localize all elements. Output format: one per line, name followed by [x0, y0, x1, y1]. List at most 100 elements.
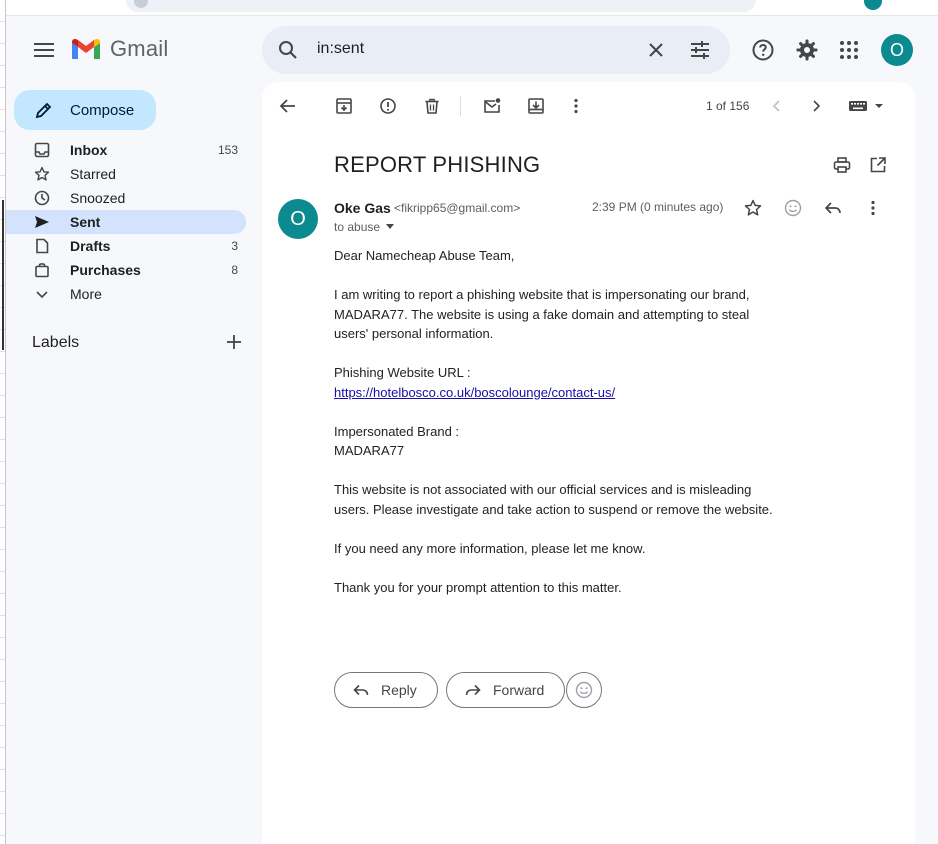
- older-button[interactable]: [804, 94, 828, 118]
- recipient-line[interactable]: to abuse: [334, 220, 395, 234]
- print-all-button[interactable]: [831, 154, 853, 176]
- newer-button[interactable]: [765, 94, 789, 118]
- clear-search-icon[interactable]: [644, 38, 668, 67]
- email-subject: REPORT PHISHING: [334, 152, 541, 177]
- draft-count: 3: [231, 239, 238, 253]
- star-message-button[interactable]: [741, 196, 765, 220]
- back-to-sent-button[interactable]: [276, 94, 300, 118]
- smiley-icon: [575, 681, 593, 699]
- message-more-button[interactable]: [861, 196, 885, 220]
- purchases-count: 8: [231, 263, 238, 277]
- open-new-window-button[interactable]: [867, 154, 889, 176]
- move-to-icon: [528, 98, 544, 114]
- mark-unread-button[interactable]: [480, 94, 504, 118]
- toolbar-divider: [460, 96, 461, 116]
- background-window-marker: [2, 200, 4, 350]
- reply-icon: [353, 684, 369, 696]
- reply-button[interactable]: Reply: [334, 672, 438, 708]
- compose-button[interactable]: Compose: [14, 90, 156, 130]
- apps-grid-icon: [840, 41, 858, 59]
- unread-count: 153: [217, 143, 238, 157]
- page-indicator: 1 of 156: [706, 99, 750, 113]
- browser-address-bar[interactable]: [6, 0, 938, 16]
- account-avatar[interactable]: O: [881, 34, 913, 66]
- sidebar-item-purchases[interactable]: Purchases 8: [6, 258, 246, 282]
- brand-label: Impersonated Brand :: [334, 423, 460, 439]
- clock-icon: [34, 190, 50, 206]
- caret-down-icon[interactable]: [386, 224, 395, 230]
- star-outline-icon: [744, 199, 762, 216]
- sidebar-item-label: Drafts: [70, 238, 111, 254]
- help-icon: [752, 39, 774, 61]
- google-apps-button[interactable]: [829, 30, 869, 70]
- email-body: Dear Namecheap Abuse Team, I am writing …: [334, 246, 774, 597]
- move-to-button[interactable]: [524, 94, 548, 118]
- chevron-right-icon: [813, 100, 821, 112]
- search-icon[interactable]: [276, 38, 300, 67]
- brand-value: MADARA77: [334, 443, 405, 458]
- email-paragraph: I am writing to report a phishing websit…: [334, 287, 750, 341]
- settings-button[interactable]: [787, 30, 827, 70]
- search-options-icon[interactable]: [688, 38, 712, 67]
- sender-avatar[interactable]: O: [278, 199, 318, 239]
- phishing-url-link[interactable]: https://hotelbosco.co.uk/boscolounge/con…: [334, 385, 615, 400]
- gmail-logo-text: Gmail: [110, 36, 169, 61]
- email-greeting: Dear Namecheap Abuse Team,: [334, 248, 515, 263]
- sidebar-item-more[interactable]: More: [6, 282, 246, 306]
- sidebar-item-inbox[interactable]: Inbox 153: [6, 138, 246, 162]
- labels-heading: Labels: [32, 334, 80, 351]
- chevron-left-icon: [772, 100, 780, 112]
- email-closing: Thank you for your prompt attention to t…: [334, 579, 622, 595]
- reply-icon-button[interactable]: [821, 196, 845, 220]
- arrow-left-icon: [279, 99, 295, 113]
- email-paragraph: This website is not associated with our …: [334, 482, 773, 517]
- input-tools-button[interactable]: [847, 94, 887, 118]
- hamburger-icon: [34, 43, 54, 57]
- report-spam-button[interactable]: [376, 94, 400, 118]
- compose-label: Compose: [70, 101, 135, 119]
- side-panel-gutter: [922, 82, 938, 844]
- reply-icon: [824, 202, 841, 214]
- message-timestamp: 2:39 PM (0 minutes ago): [592, 200, 724, 214]
- sidebar-item-drafts[interactable]: Drafts 3: [6, 234, 246, 258]
- browser-profile-avatar[interactable]: [864, 0, 882, 10]
- sender-name[interactable]: Oke Gas: [334, 200, 391, 216]
- forward-button[interactable]: Forward: [446, 672, 566, 708]
- gmail-m-icon: [72, 38, 100, 59]
- draft-file-icon: [34, 238, 50, 254]
- sidebar-item-sent[interactable]: Sent: [6, 210, 246, 234]
- chevron-down-icon: [34, 286, 50, 302]
- recipient-text: to abuse: [334, 220, 381, 234]
- sidebar-item-label: Starred: [70, 166, 116, 182]
- emoji-reaction-button[interactable]: [566, 672, 602, 708]
- sidebar-item-starred[interactable]: Starred: [6, 162, 246, 186]
- star-icon: [34, 166, 50, 182]
- sidebar-item-snoozed[interactable]: Snoozed: [6, 186, 246, 210]
- smiley-icon: [784, 199, 802, 217]
- main-menu-button[interactable]: [24, 30, 64, 70]
- gmail-logo[interactable]: Gmail: [70, 36, 168, 62]
- gear-icon: [796, 39, 818, 61]
- add-reaction-button[interactable]: [781, 196, 805, 220]
- pencil-icon: [35, 102, 52, 119]
- shopping-bag-icon: [34, 262, 50, 278]
- delete-button[interactable]: [420, 94, 444, 118]
- search-bar[interactable]: in:sent: [262, 26, 730, 74]
- sidebar-item-label: Sent: [70, 214, 101, 230]
- sidebar-item-label: More: [70, 286, 102, 302]
- forward-icon: [465, 684, 481, 696]
- archive-button[interactable]: [332, 94, 356, 118]
- address-omnibox[interactable]: [126, 0, 756, 12]
- email-paragraph: If you need any more information, please…: [334, 540, 646, 556]
- inbox-icon: [34, 142, 50, 158]
- add-label-icon[interactable]: [226, 334, 242, 355]
- support-button[interactable]: [743, 30, 783, 70]
- search-input[interactable]: in:sent: [317, 40, 364, 58]
- sidebar-item-label: Inbox: [70, 142, 108, 158]
- forward-label: Forward: [493, 682, 545, 698]
- more-actions-button[interactable]: [564, 94, 588, 118]
